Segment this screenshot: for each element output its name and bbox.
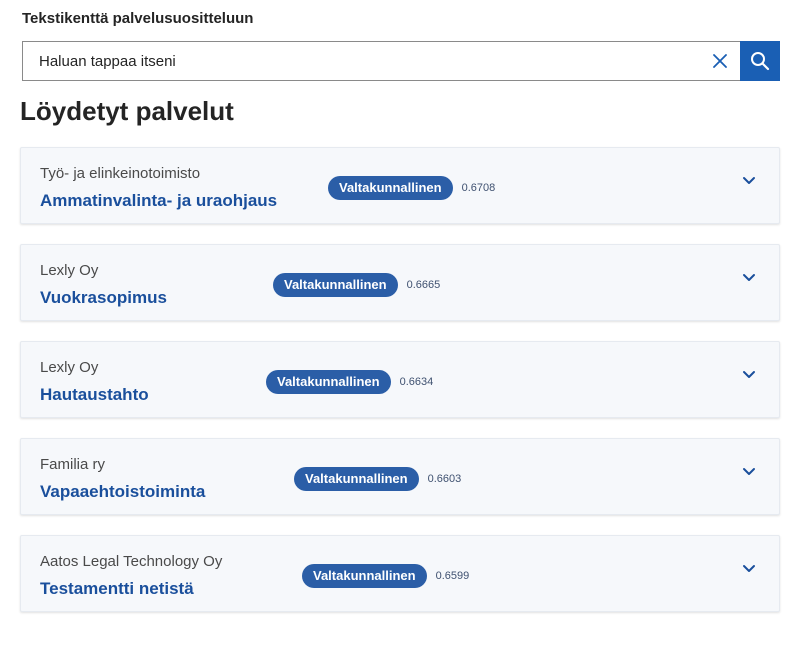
- service-name[interactable]: Ammatinvalinta- ja uraohjaus: [40, 191, 277, 211]
- search-input[interactable]: [23, 42, 700, 80]
- results-list: Työ- ja elinkeinotoimisto Ammatinvalinta…: [20, 147, 780, 632]
- service-card[interactable]: Aatos Legal Technology Oy Testamentti ne…: [20, 535, 780, 612]
- service-name[interactable]: Testamentti netistä: [40, 579, 194, 599]
- chevron-down-icon[interactable]: [739, 558, 759, 578]
- relevance-score: 0.6665: [406, 279, 441, 291]
- chevron-down-icon[interactable]: [739, 364, 759, 384]
- service-name[interactable]: Hautaustahto: [40, 385, 149, 405]
- service-provider: Työ- ja elinkeinotoimisto: [40, 165, 201, 182]
- service-name[interactable]: Vapaaehtoistoiminta: [40, 482, 205, 502]
- service-meta: Valtakunnallinen 0.6603: [294, 467, 461, 491]
- service-card[interactable]: Familia ry Vapaaehtoistoiminta Valtakunn…: [20, 438, 780, 515]
- relevance-score: 0.6599: [435, 570, 470, 582]
- search-box: [22, 41, 780, 81]
- chevron-down-icon[interactable]: [739, 170, 759, 190]
- service-provider: Familia ry: [40, 456, 106, 473]
- search-button[interactable]: [740, 41, 780, 81]
- coverage-badge: Valtakunnallinen: [302, 564, 427, 588]
- service-provider: Lexly Oy: [40, 262, 99, 279]
- coverage-badge: Valtakunnallinen: [294, 467, 419, 491]
- search-input-wrap: [22, 41, 740, 81]
- clear-search-button[interactable]: [700, 42, 740, 80]
- coverage-badge: Valtakunnallinen: [273, 273, 398, 297]
- service-meta: Valtakunnallinen 0.6708: [328, 176, 495, 200]
- close-icon: [713, 54, 727, 68]
- service-provider: Aatos Legal Technology Oy: [40, 553, 223, 570]
- relevance-score: 0.6603: [427, 473, 462, 485]
- service-card[interactable]: Lexly Oy Hautaustahto Valtakunnallinen 0…: [20, 341, 780, 418]
- service-provider: Lexly Oy: [40, 359, 99, 376]
- relevance-score: 0.6634: [399, 376, 434, 388]
- coverage-badge: Valtakunnallinen: [328, 176, 453, 200]
- coverage-badge: Valtakunnallinen: [266, 370, 391, 394]
- search-label: Tekstikenttä palvelusuositteluun: [22, 10, 254, 27]
- chevron-down-icon[interactable]: [739, 267, 759, 287]
- service-card[interactable]: Työ- ja elinkeinotoimisto Ammatinvalinta…: [20, 147, 780, 224]
- service-meta: Valtakunnallinen 0.6665: [273, 273, 440, 297]
- service-card[interactable]: Lexly Oy Vuokrasopimus Valtakunnallinen …: [20, 244, 780, 321]
- service-meta: Valtakunnallinen 0.6634: [266, 370, 433, 394]
- chevron-down-icon[interactable]: [739, 461, 759, 481]
- page-title: Löydetyt palvelut: [20, 96, 234, 126]
- relevance-score: 0.6708: [461, 182, 496, 194]
- service-meta: Valtakunnallinen 0.6599: [302, 564, 469, 588]
- service-name[interactable]: Vuokrasopimus: [40, 288, 167, 308]
- search-icon: [751, 52, 770, 71]
